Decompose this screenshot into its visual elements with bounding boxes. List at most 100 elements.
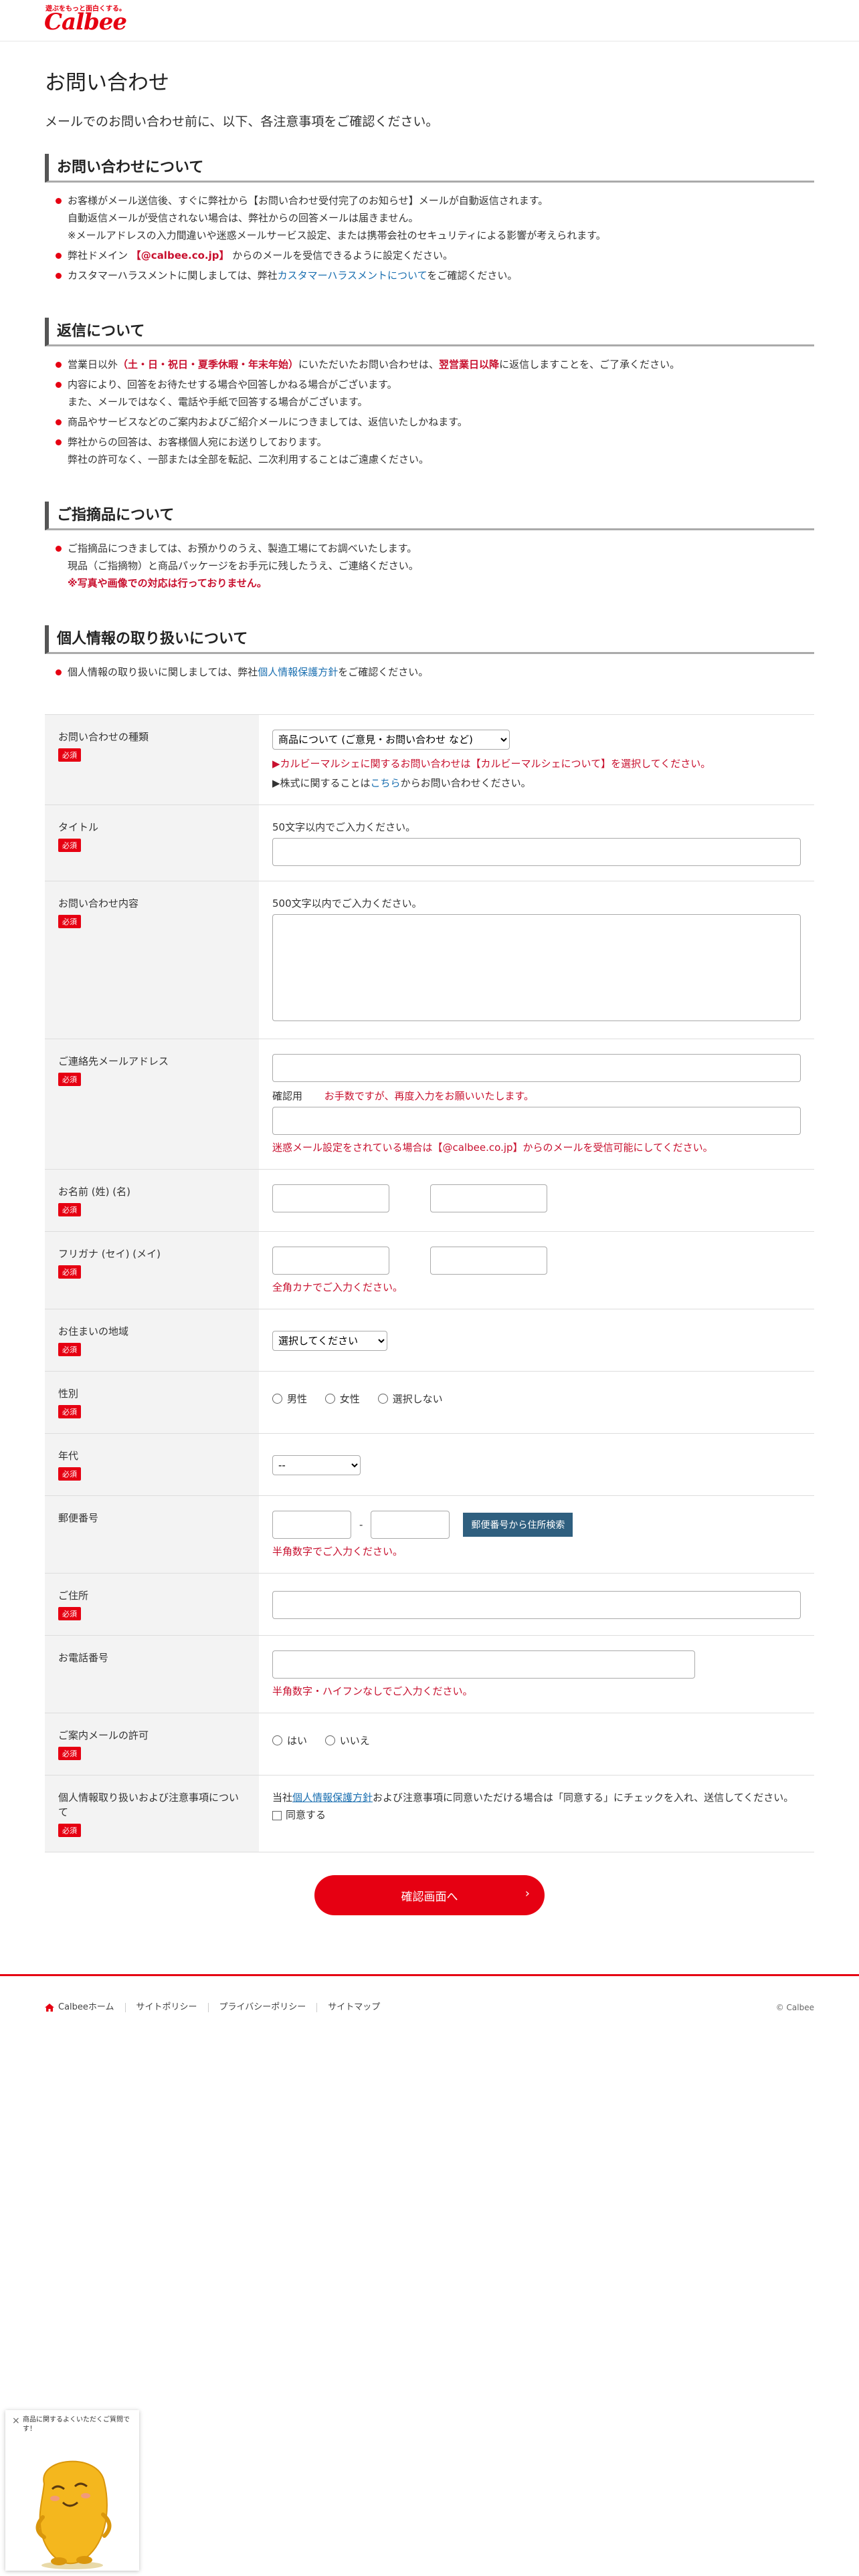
form-row-agree: 個人情報取り扱いおよび注意事項について 必須 当社個人情報保護方針および注意事項… [45, 1776, 814, 1852]
field-label: お電話番号 [58, 1652, 109, 1664]
field-label: 性別 [58, 1388, 79, 1400]
footer-links: Calbeeホーム サイトポリシー プライバシーポリシー サイトマップ [45, 2003, 391, 2012]
gender-radio-unspecified[interactable]: 選択しない [377, 1392, 443, 1406]
field-label: お名前 (姓) (名) [58, 1186, 130, 1198]
form-row-region: お住まいの地域 必須 選択してください [45, 1309, 814, 1372]
form-row-gender: 性別 必須 男性 女性 選択しない [45, 1372, 814, 1434]
phone-note: 半角数字・ハイフンなしでご入力ください。 [272, 1685, 473, 1697]
confirm-button[interactable]: 確認画面へ › [314, 1875, 545, 1915]
site-footer: Calbeeホーム サイトポリシー プライバシーポリシー サイトマップ © Ca… [0, 1974, 859, 2012]
required-badge: 必須 [58, 1073, 81, 1086]
last-name-input[interactable] [272, 1184, 389, 1212]
field-label: 郵便番号 [58, 1512, 99, 1524]
zip-second-input[interactable] [371, 1511, 450, 1539]
email-confirm-input[interactable] [272, 1107, 801, 1135]
list-item: 個人情報の取り扱いに関しましては、弊社個人情報保護方針をご確認ください。 [56, 663, 814, 681]
section-product: ご指摘品について ご指摘品につきましては、お預かりのうえ、製造工場にてお調べいた… [45, 502, 814, 592]
form-row-address: ご住所 必須 [45, 1574, 814, 1636]
home-icon [45, 2004, 54, 2012]
inquiry-type-select[interactable]: 商品について (ご意見・お問い合わせ など) [272, 730, 510, 750]
required-badge: 必須 [58, 748, 81, 762]
required-badge: 必須 [58, 839, 81, 852]
inquiry-form: お問い合わせの種類 必須 商品について (ご意見・お問い合わせ など) ▶カルビ… [45, 714, 814, 1852]
field-label: 個人情報取り扱いおよび注意事項について [58, 1792, 240, 1818]
email-input[interactable] [272, 1054, 801, 1082]
field-label: ご住所 [58, 1590, 89, 1602]
faq-chat-widget[interactable]: × 商品に関するよくいただくご質問です！ [5, 2410, 139, 2571]
form-row-age: 年代 必須 -- [45, 1434, 814, 1496]
list-item: 営業日以外（土・日・祝日・夏季休暇・年末年始）にいただいたお問い合わせは、翌営業… [56, 356, 814, 373]
form-row-title: タイトル 必須 50文字以内でご入力ください。 [45, 805, 814, 881]
content-textarea[interactable] [272, 914, 801, 1021]
region-select[interactable]: 選択してください [272, 1331, 387, 1351]
list-item: ご指摘品につきましては、お預かりのうえ、製造工場にてお調べいたします。 現品（ご… [56, 540, 814, 592]
footer-link-sitemap[interactable]: サイトマップ [317, 2003, 391, 2012]
field-label: 年代 [58, 1450, 79, 1462]
calbee-logo[interactable]: Calbee [44, 11, 127, 33]
spam-note: 迷惑メール設定をされている場合は【@calbee.co.jp】からのメールを受信… [272, 1142, 713, 1154]
gender-radio-male[interactable]: 男性 [272, 1392, 307, 1406]
age-select[interactable]: -- [272, 1455, 361, 1475]
form-row-content: お問い合わせ内容 必須 500文字以内でご入力ください。 [45, 881, 814, 1039]
chevron-right-icon: › [524, 1887, 530, 1901]
list-item: 内容により、回答をお待たせする場合や回答しかねる場合がございます。 また、メール… [56, 376, 814, 411]
field-label: お住まいの地域 [58, 1325, 129, 1337]
field-label: ご連絡先メールアドレス [58, 1055, 169, 1067]
title-input[interactable] [272, 838, 801, 866]
mail-permission-no[interactable]: いいえ [324, 1733, 370, 1747]
privacy-policy-link[interactable]: 個人情報保護方針 [258, 666, 338, 678]
required-badge: 必須 [58, 1265, 81, 1279]
footer-link-home[interactable]: Calbeeホーム [45, 2003, 126, 2012]
last-name-kana-input[interactable] [272, 1247, 389, 1275]
marche-note: ▶カルビーマルシェに関するお問い合わせは【カルビーマルシェについて】を選択してく… [272, 758, 711, 770]
required-badge: 必須 [58, 1405, 81, 1418]
zip-search-button[interactable]: 郵便番号から住所検索 [463, 1513, 573, 1537]
form-row-name: お名前 (姓) (名) 必須 [45, 1170, 814, 1232]
field-hint: 500文字以内でご入力ください。 [272, 897, 422, 909]
section-inquiry: お問い合わせについて お客様がメール送信後、すぐに弊社から【お問い合わせ受付完了… [45, 154, 814, 284]
copyright: © Calbee [775, 2003, 814, 2012]
phone-input[interactable] [272, 1650, 695, 1679]
stock-inquiry-link[interactable]: こちら [371, 777, 401, 789]
section-reply: 返信について 営業日以外（土・日・祝日・夏季休暇・年末年始）にいただいたお問い合… [45, 318, 814, 468]
required-badge: 必須 [58, 1343, 81, 1356]
page-lead: メールでのお問い合わせ前に、以下、各注意事項をご確認ください。 [45, 114, 439, 129]
list-item: 弊社からの回答は、お客様個人宛にお送りしております。 弊社の許可なく、一部または… [56, 433, 814, 468]
kana-note: 全角カナでご入力ください。 [272, 1281, 403, 1293]
zip-first-input[interactable] [272, 1511, 351, 1539]
list-item: 弊社ドメイン 【@calbee.co.jp】 からのメールを受信できるように設定… [56, 247, 814, 264]
section-heading: 返信について [45, 318, 814, 346]
field-label: フリガナ (セイ) (メイ) [58, 1248, 161, 1260]
form-row-phone: お電話番号 半角数字・ハイフンなしでご入力ください。 [45, 1636, 814, 1713]
form-row-mail-permission: ご案内メールの許可 必須 はい いいえ [45, 1713, 814, 1776]
section-privacy: 個人情報の取り扱いについて 個人情報の取り扱いに関しましては、弊社個人情報保護方… [45, 625, 814, 681]
main-content: お問い合わせ メールでのお問い合わせ前に、以下、各注意事項をご確認ください。 お… [45, 41, 814, 1915]
required-badge: 必須 [58, 1824, 81, 1837]
site-header: 遊ぶをもっと面白くする。 Calbee [0, 0, 859, 41]
first-name-input[interactable] [430, 1184, 547, 1212]
list-item: 商品やサービスなどのご案内およびご紹介メールにつきましては、返信いたしかねます。 [56, 413, 814, 431]
first-name-kana-input[interactable] [430, 1247, 547, 1275]
zip-note: 半角数字でご入力ください。 [272, 1545, 403, 1558]
agree-checkbox[interactable]: 同意する [272, 1808, 801, 1822]
page-title: お問い合わせ [45, 71, 169, 95]
address-input[interactable] [272, 1591, 801, 1619]
section-heading: ご指摘品について [45, 502, 814, 530]
field-label: タイトル [58, 821, 99, 833]
agree-privacy-link[interactable]: 個人情報保護方針 [292, 1792, 373, 1804]
list-item: お客様がメール送信後、すぐに弊社から【お問い合わせ受付完了のお知らせ】メールが自… [56, 192, 814, 244]
field-label: お問い合わせの種類 [58, 731, 149, 743]
mail-permission-yes[interactable]: はい [272, 1733, 307, 1747]
form-row-type: お問い合わせの種類 必須 商品について (ご意見・お問い合わせ など) ▶カルビ… [45, 715, 814, 805]
customer-harassment-link[interactable]: カスタマーハラスメントについて [278, 270, 427, 282]
required-badge: 必須 [58, 915, 81, 928]
footer-link-site-policy[interactable]: サイトポリシー [126, 2003, 209, 2012]
required-badge: 必須 [58, 1467, 81, 1481]
gender-radio-female[interactable]: 女性 [324, 1392, 360, 1406]
field-hint: 50文字以内でご入力ください。 [272, 821, 416, 833]
field-label: お問い合わせ内容 [58, 897, 139, 909]
required-badge: 必須 [58, 1607, 81, 1620]
footer-link-privacy-policy[interactable]: プライバシーポリシー [209, 2003, 318, 2012]
potato-mascot-icon [35, 2460, 112, 2569]
required-badge: 必須 [58, 1203, 81, 1216]
